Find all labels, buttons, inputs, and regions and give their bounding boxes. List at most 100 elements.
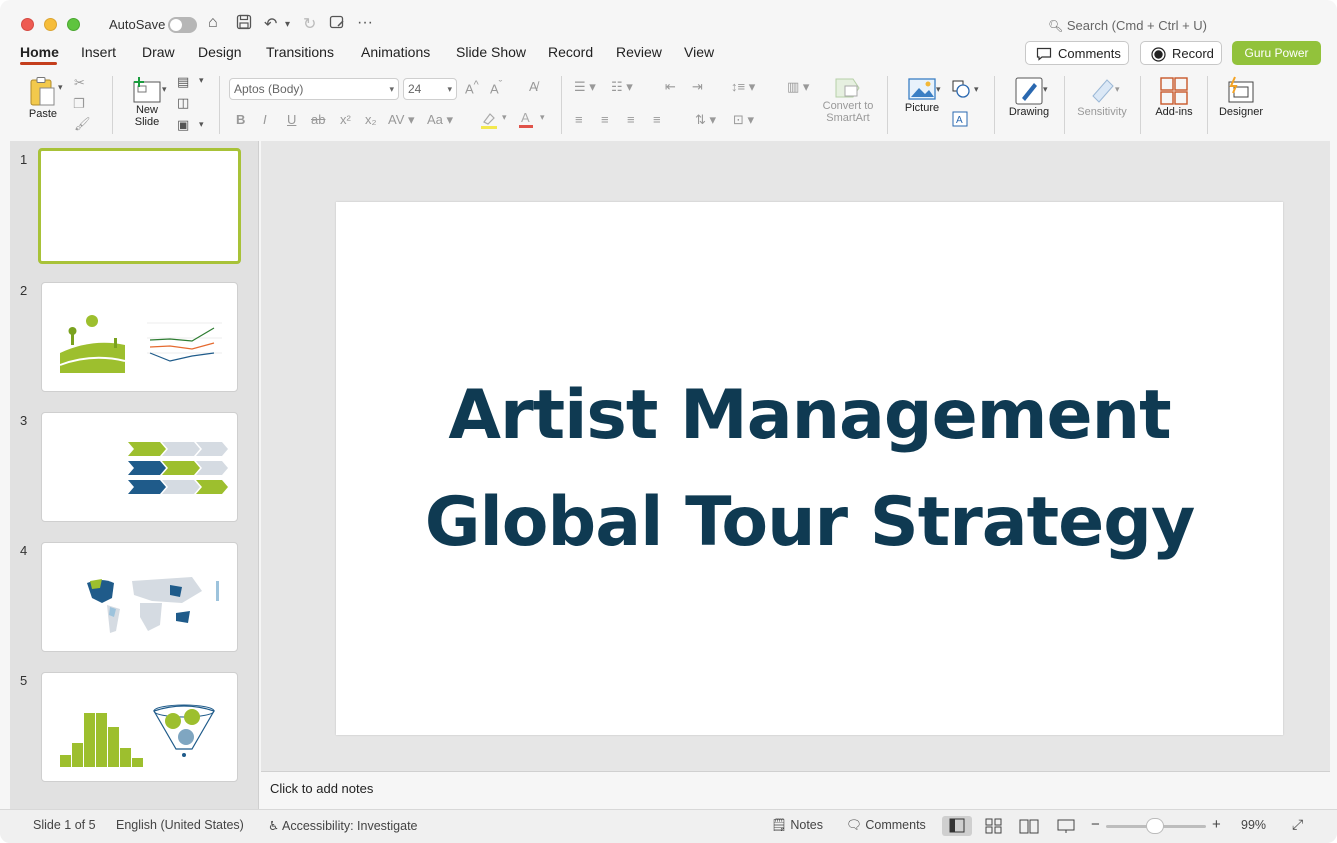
character-spacing-icon[interactable]: AV ▾ [388, 112, 415, 128]
slide-thumbnail-4[interactable] [41, 542, 238, 652]
copy-icon[interactable]: ❐ [73, 96, 85, 112]
new-slide-dropdown-icon[interactable]: ▾ [162, 84, 167, 95]
slide-thumbnail-3[interactable] [41, 412, 238, 522]
tab-review[interactable]: Review [616, 44, 662, 60]
text-direction-icon[interactable]: ⇅ ▾ [695, 112, 716, 128]
decrease-font-icon[interactable]: Aˇ [490, 79, 502, 96]
drawing-dropdown-icon[interactable]: ▾ [1043, 84, 1048, 95]
slide-thumbnail-2[interactable] [41, 282, 238, 392]
section-icon[interactable]: ▣ [177, 117, 189, 133]
format-painter-icon[interactable]: 🖌︎ [74, 116, 91, 132]
line-spacing-icon[interactable]: ↕≡ ▾ [731, 79, 755, 95]
tab-record[interactable]: Record [548, 44, 593, 60]
font-size-dropdown-icon: ▾ [447, 84, 452, 94]
tab-animations[interactable]: Animations [361, 44, 430, 60]
shapes-icon[interactable] [952, 80, 970, 101]
tab-design[interactable]: Design [198, 44, 242, 60]
picture-button[interactable]: Picture [899, 76, 945, 114]
reading-view-button[interactable] [1014, 816, 1044, 836]
layout-icon[interactable]: ▤ [177, 74, 189, 90]
font-name-select[interactable]: Aptos (Body) ▾ [229, 78, 399, 100]
drawing-button[interactable]: Drawing [1004, 76, 1054, 118]
maximize-window-button[interactable] [67, 18, 80, 31]
section-dropdown-icon[interactable]: ▾ [199, 119, 204, 130]
decrease-indent-icon[interactable]: ⇤ [665, 79, 676, 95]
cut-icon[interactable]: ✂ [74, 75, 85, 91]
record-button[interactable]: Record [1140, 41, 1222, 65]
zoom-in-button[interactable]: + [1212, 816, 1221, 833]
tab-draw[interactable]: Draw [142, 44, 175, 60]
layout-dropdown-icon[interactable]: ▾ [199, 75, 204, 86]
highlight-dropdown-icon[interactable]: ▾ [502, 112, 507, 123]
change-case-icon[interactable]: Aa ▾ [427, 112, 453, 128]
accessibility-status[interactable]: ♿︎ Accessibility: Investigate [268, 818, 418, 833]
tab-insert[interactable]: Insert [81, 44, 116, 60]
font-color-dropdown-icon[interactable]: ▾ [540, 112, 545, 123]
slide-thumbnail-1[interactable] [38, 148, 241, 264]
convert-smartart-button[interactable]: Convert to SmartArt [817, 76, 879, 124]
close-window-button[interactable] [21, 18, 34, 31]
paste-dropdown-icon[interactable]: ▾ [58, 82, 63, 93]
align-right-icon[interactable]: ≡ [627, 112, 635, 127]
current-slide[interactable]: Artist Management Global Tour Strategy [336, 202, 1283, 735]
normal-view-button[interactable] [942, 816, 972, 836]
home-icon[interactable]: ⌂ [208, 14, 218, 32]
addins-icon [1160, 77, 1188, 105]
addins-button[interactable]: Add-ins [1150, 76, 1198, 118]
slide-title[interactable]: Artist Management Global Tour Strategy [336, 362, 1283, 576]
customize-icon[interactable] [329, 14, 345, 35]
sensitivity-dropdown-icon[interactable]: ▾ [1115, 84, 1120, 95]
autosave-toggle[interactable] [168, 17, 197, 33]
language-status[interactable]: English (United States) [116, 818, 244, 832]
clear-formatting-icon[interactable]: A̸ [529, 79, 538, 94]
tab-transitions[interactable]: Transitions [266, 44, 334, 60]
notes-pane[interactable]: Click to add notes [261, 771, 1330, 809]
slide-thumbnail-panel[interactable]: 1 2 3 4 5 [10, 141, 259, 809]
undo-icon[interactable]: ↶ [264, 14, 277, 34]
comments-button[interactable]: Comments [1025, 41, 1129, 65]
bold-icon[interactable]: B [236, 112, 245, 127]
align-text-icon[interactable]: ⊡ ▾ [733, 112, 754, 128]
undo-dropdown-icon[interactable]: ▾ [285, 19, 290, 30]
tab-view[interactable]: View [684, 44, 714, 60]
justify-icon[interactable]: ≡ [653, 112, 661, 127]
redo-icon[interactable]: ↻ [303, 14, 316, 34]
reset-icon[interactable]: ◫ [177, 95, 189, 111]
increase-font-icon[interactable]: A^ [465, 79, 479, 96]
slide-sorter-button[interactable] [979, 816, 1009, 836]
font-color-icon[interactable]: A [518, 109, 534, 132]
italic-icon[interactable]: I [263, 112, 267, 127]
highlight-icon[interactable] [480, 111, 498, 132]
increase-indent-icon[interactable]: ⇥ [692, 79, 703, 95]
slide-thumbnail-5[interactable] [41, 672, 238, 782]
tab-home[interactable]: Home [20, 44, 59, 60]
designer-button[interactable]: Designer [1214, 76, 1268, 118]
search-field[interactable]: 🔍︎ Search (Cmd + Ctrl + U) [1048, 18, 1207, 33]
underline-icon[interactable]: U [287, 112, 296, 127]
save-icon[interactable] [236, 14, 252, 35]
tab-slide-show[interactable]: Slide Show [456, 44, 526, 60]
minimize-window-button[interactable] [44, 18, 57, 31]
sensitivity-button[interactable]: Sensitivity [1072, 76, 1132, 118]
columns-icon[interactable]: ▥ ▾ [787, 79, 809, 95]
font-size-select[interactable]: 24 ▾ [403, 78, 457, 100]
subscript-icon[interactable]: x₂ [365, 112, 377, 127]
guru-power-button[interactable]: Guru Power [1232, 41, 1321, 65]
notes-toggle[interactable]: 🗒︎ Notes [771, 818, 823, 833]
align-center-icon[interactable]: ≡ [601, 112, 609, 127]
zoom-slider-handle[interactable] [1146, 818, 1164, 834]
slideshow-button[interactable] [1051, 816, 1081, 836]
picture-dropdown-icon[interactable]: ▾ [936, 84, 941, 95]
numbering-icon[interactable]: ☷ ▾ [611, 79, 633, 95]
more-icon[interactable]: ··· [357, 14, 373, 32]
superscript-icon[interactable]: x² [340, 112, 351, 127]
bullets-icon[interactable]: ☰ ▾ [574, 79, 596, 95]
comments-toggle[interactable]: 🗨︎ Comments [846, 818, 926, 833]
zoom-level[interactable]: 99% [1241, 818, 1266, 832]
shapes-dropdown-icon[interactable]: ▾ [974, 84, 979, 95]
fit-to-window-icon[interactable]: ⤢ [1292, 816, 1303, 833]
align-left-icon[interactable]: ≡ [575, 112, 583, 127]
textbox-icon[interactable]: A [952, 111, 968, 130]
strikethrough-icon[interactable]: ab [311, 112, 325, 127]
zoom-out-button[interactable]: − [1091, 816, 1100, 833]
